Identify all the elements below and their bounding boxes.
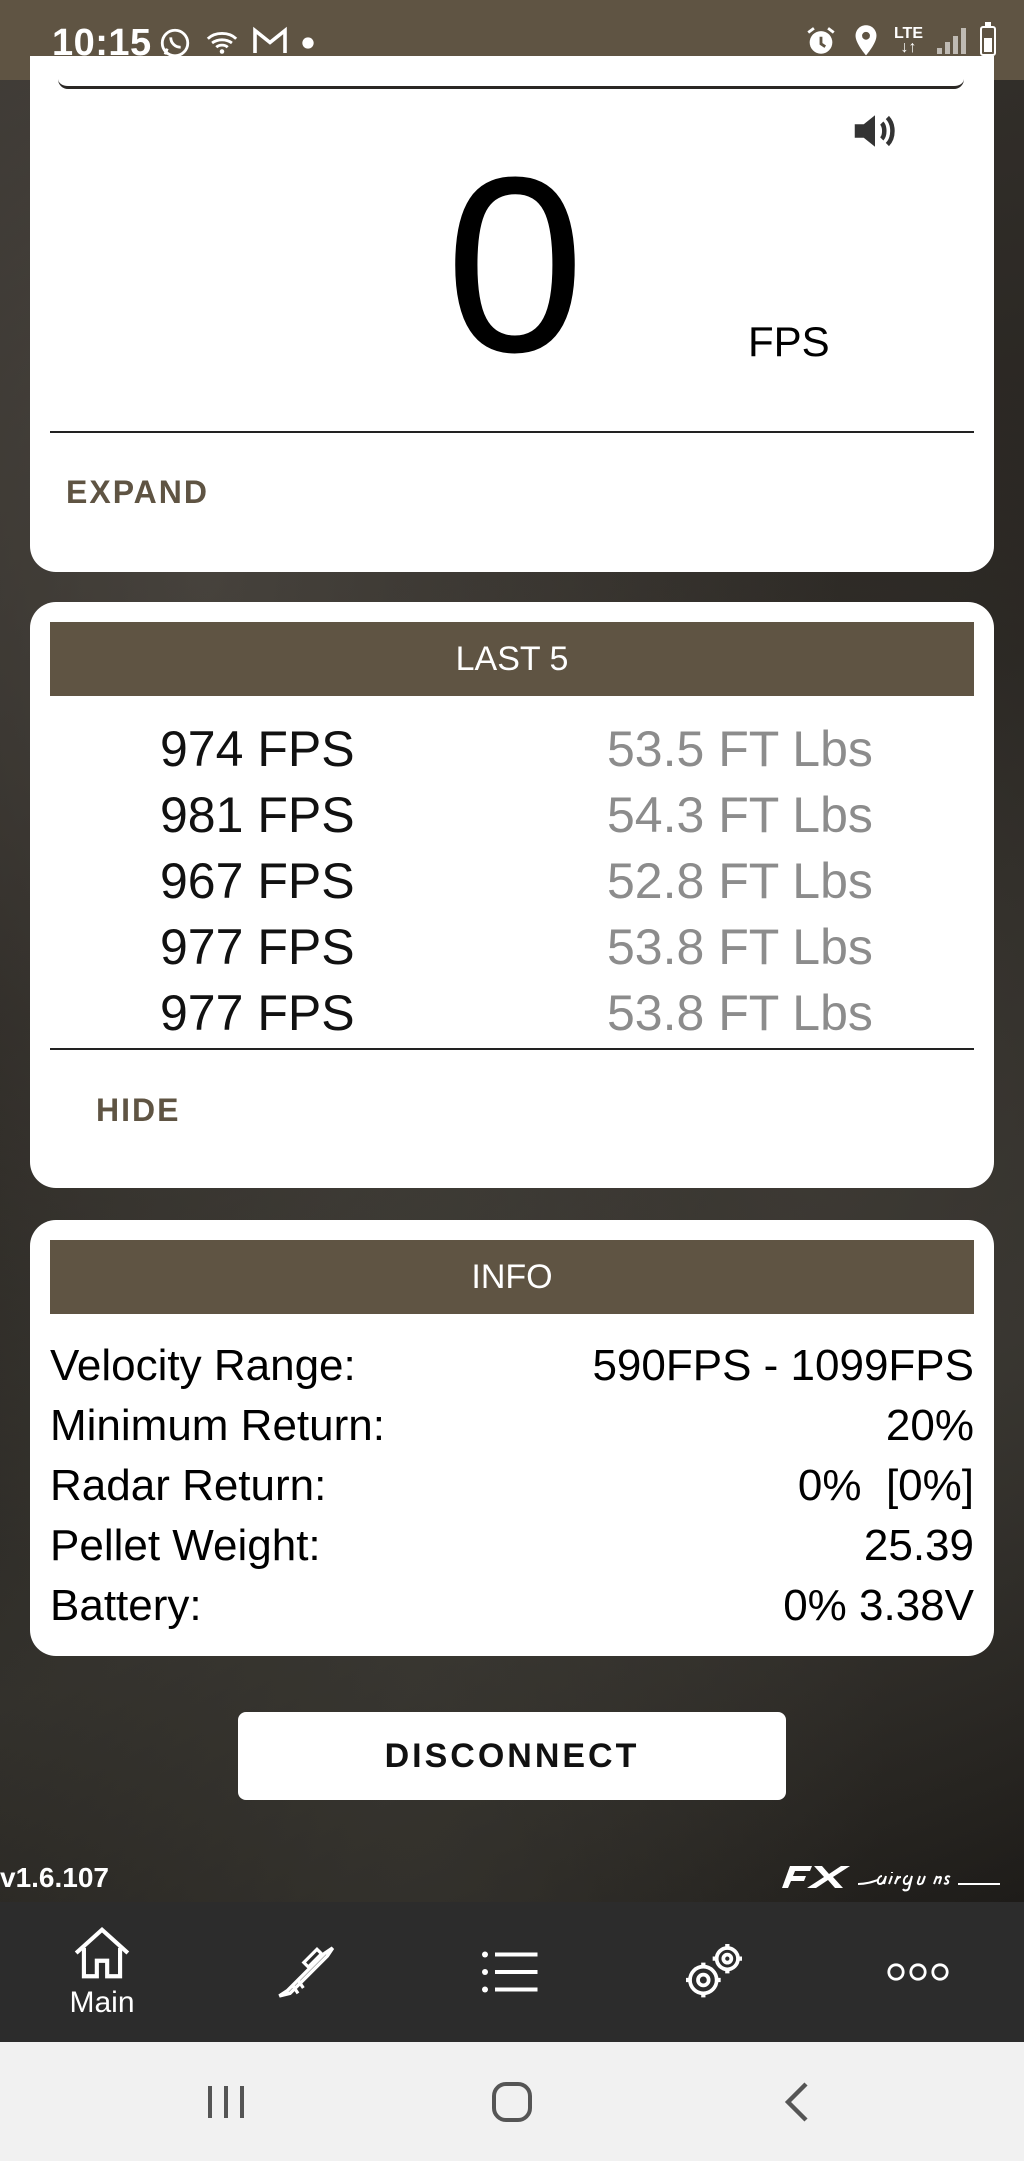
nav-item-list[interactable] (408, 1902, 612, 2042)
nav-item-main[interactable]: Main (0, 1902, 204, 2042)
gears-icon (686, 1944, 742, 1998)
divider (50, 1048, 974, 1050)
info-value: 25.39 (863, 1521, 974, 1570)
nav-item-more[interactable] (816, 1902, 1020, 2042)
shot-row: 977 FPS 53.8 FT Lbs (30, 980, 994, 1046)
shot-energy: 53.8 FT Lbs (607, 985, 873, 1041)
velocity-reading: 0 (445, 125, 585, 404)
info-header: INFO (50, 1240, 974, 1314)
info-label: Pellet Weight: (50, 1521, 321, 1570)
home-icon (74, 1926, 130, 1979)
location-icon (855, 25, 877, 56)
whatsapp-icon (160, 28, 190, 58)
back-button[interactable] (736, 2042, 856, 2161)
card-top-edge (58, 74, 964, 89)
fx-airguns-logo (782, 1866, 1000, 1892)
last5-header: LAST 5 (50, 622, 974, 696)
bottom-nav: Main (0, 1902, 1024, 2042)
info-value: 0% [0%] (797, 1461, 974, 1510)
shot-row: 977 FPS 53.8 FT Lbs (30, 914, 994, 980)
info-list: Velocity Range: 590FPS - 1099FPS Minimum… (50, 1336, 974, 1636)
info-value: 590FPS - 1099FPS (592, 1341, 974, 1390)
shot-energy: 53.5 FT Lbs (607, 721, 873, 777)
system-nav-bar (0, 2042, 1024, 2161)
nav-label-main: Main (69, 1986, 135, 2019)
info-card: INFO Velocity Range: 590FPS - 1099FPS Mi… (30, 1220, 994, 1656)
shot-energy: 54.3 FT Lbs (607, 787, 873, 843)
divider (50, 431, 974, 433)
hide-button[interactable]: HIDE (96, 1092, 180, 1129)
last5-card: LAST 5 974 FPS 53.5 FT Lbs 981 FPS 54.3 … (30, 602, 994, 1188)
back-icon (784, 2081, 808, 2122)
info-row-battery: Battery: 0% 3.38V (50, 1576, 974, 1636)
shot-row: 981 FPS 54.3 FT Lbs (30, 782, 994, 848)
app-version: v1.6.107 (0, 1862, 109, 1893)
nav-item-rifle[interactable] (204, 1902, 408, 2042)
shot-fps: 977 FPS (160, 985, 355, 1041)
info-row-pellet-weight: Pellet Weight: 25.39 (50, 1516, 974, 1576)
alarm-icon (807, 27, 835, 54)
signal-icon (937, 28, 966, 54)
wifi-call-icon (206, 32, 238, 54)
recent-apps-button[interactable] (166, 2042, 286, 2161)
shot-fps: 981 FPS (160, 787, 355, 843)
shot-energy: 52.8 FT Lbs (607, 853, 873, 909)
info-value: 0% 3.38V (783, 1581, 974, 1630)
shot-fps: 977 FPS (160, 919, 355, 975)
list-icon (482, 1951, 538, 1993)
shot-fps: 967 FPS (160, 853, 355, 909)
rifle-icon (278, 1946, 335, 1998)
shot-fps: 974 FPS (160, 721, 355, 777)
info-label: Battery: (50, 1581, 202, 1630)
nav-item-settings[interactable] (612, 1902, 816, 2042)
more-icon (887, 1963, 949, 1981)
gmail-icon (253, 26, 287, 53)
info-label: Minimum Return: (50, 1401, 385, 1450)
shot-row: 967 FPS 52.8 FT Lbs (30, 848, 994, 914)
lte-icon: LTE ↓↑ (893, 25, 923, 56)
shot-energy: 53.8 FT Lbs (607, 919, 873, 975)
shot-row: 974 FPS 53.5 FT Lbs (30, 716, 994, 782)
recent-apps-icon (208, 2085, 244, 2118)
battery-icon (980, 22, 996, 56)
info-row-velocity-range: Velocity Range: 590FPS - 1099FPS (50, 1336, 974, 1396)
info-value: 20% (885, 1401, 974, 1450)
info-row-minimum-return: Minimum Return: 20% (50, 1396, 974, 1456)
shot-list: 974 FPS 53.5 FT Lbs 981 FPS 54.3 FT Lbs … (30, 716, 994, 1046)
velocity-unit: FPS (748, 318, 830, 365)
expand-button[interactable]: EXPAND (66, 474, 209, 511)
home-button[interactable] (452, 2042, 572, 2161)
info-label: Velocity Range: (50, 1341, 356, 1390)
disconnect-button[interactable]: DISCONNECT (238, 1712, 786, 1800)
dot-icon (302, 37, 314, 49)
home-circle-icon (492, 2081, 532, 2122)
speaker-icon[interactable] (848, 104, 902, 158)
info-label: Radar Return: (50, 1461, 327, 1510)
info-row-radar-return: Radar Return: 0% [0%] (50, 1456, 974, 1516)
